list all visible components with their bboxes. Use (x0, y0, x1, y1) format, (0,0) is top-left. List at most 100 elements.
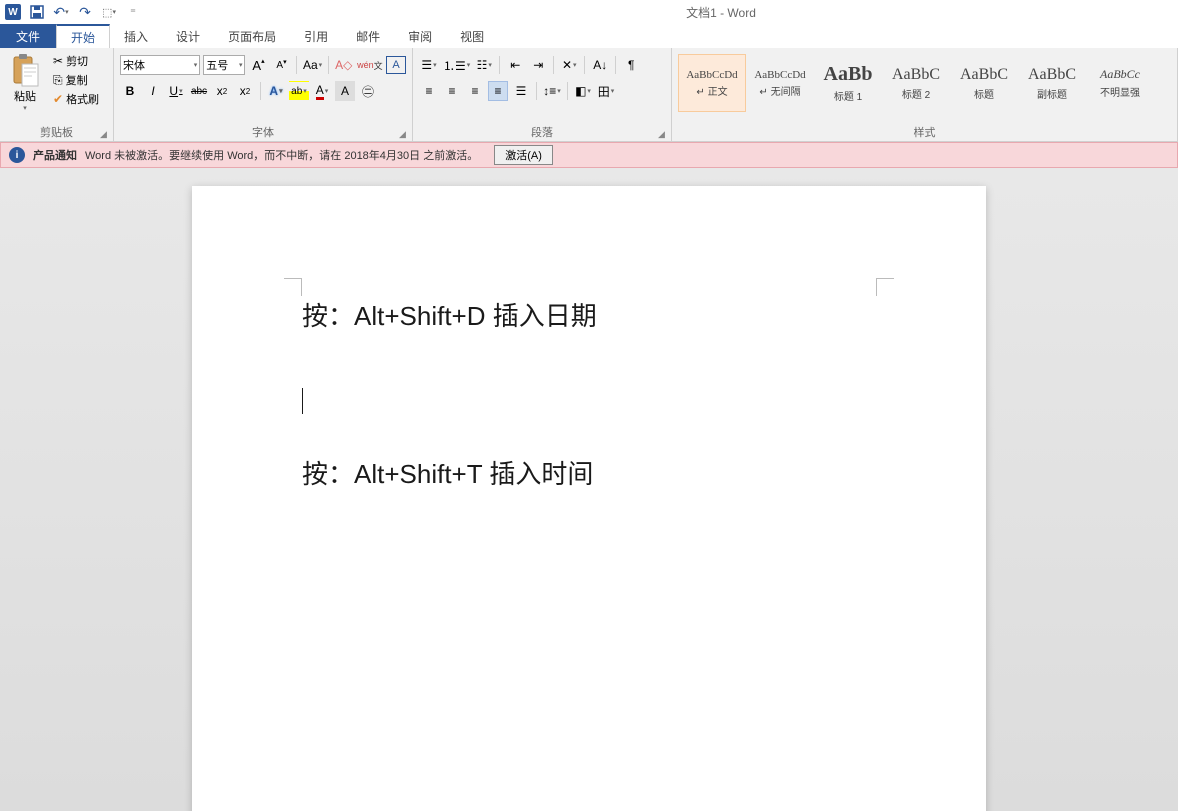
tab-references[interactable]: 引用 (290, 24, 342, 48)
window-title: 文档1 - Word (144, 4, 1178, 21)
style-item-1[interactable]: AaBbCcDd ↵ 无间隔 (746, 54, 814, 112)
style-item-6[interactable]: AaBbCc 不明显强 (1086, 54, 1154, 112)
text-effects-button[interactable]: A (266, 81, 286, 101)
touch-mode-button[interactable]: ⬚▾ (98, 1, 120, 23)
style-preview: AaBbC (1028, 66, 1076, 84)
tab-home[interactable]: 开始 (56, 24, 110, 48)
line-spacing-button[interactable]: ↕≡ (542, 81, 562, 101)
style-label: ↵ 无间隔 (759, 83, 800, 98)
document-page[interactable]: 按：Alt+Shift+D 插入日期 按：Alt+Shift+T 插入时间 (192, 186, 986, 811)
style-item-4[interactable]: AaBbC 标题 (950, 54, 1018, 112)
style-preview: AaBbCc (1100, 67, 1140, 82)
redo-button[interactable]: ↷ (74, 1, 96, 23)
style-label: 标题 1 (834, 88, 862, 103)
multilevel-list-button[interactable]: ☷ (474, 55, 494, 75)
bold-button[interactable]: B (120, 81, 140, 101)
brush-icon: ✔ (53, 92, 63, 106)
group-styles: AaBbCcDd↵ 正文AaBbCcDd↵ 无间隔AaBb标题 1AaBbC标题… (672, 48, 1178, 141)
document-line-2[interactable]: 按：Alt+Shift+T 插入时间 (302, 454, 876, 496)
undo-button[interactable]: ↶▾ (50, 1, 72, 23)
shading-button[interactable]: ◧ (573, 81, 593, 101)
style-label: 副标题 (1037, 86, 1067, 101)
tab-file[interactable]: 文件 (0, 24, 56, 48)
margin-marker-tr-icon (876, 278, 894, 296)
superscript-button[interactable]: x2 (235, 81, 255, 101)
text-cursor (302, 388, 303, 414)
copy-icon: ⎘ (53, 73, 63, 88)
format-painter-button[interactable]: ✔格式刷 (50, 90, 102, 108)
justify-button[interactable]: ≡ (488, 81, 508, 101)
font-color-button[interactable]: A (312, 81, 332, 101)
document-line-1[interactable]: 按：Alt+Shift+D 插入日期 (302, 296, 876, 338)
borders-button[interactable]: 田 (596, 81, 616, 101)
enclosed-characters-button[interactable]: ㊁ (358, 81, 378, 101)
bullets-button[interactable]: ☰ (419, 55, 439, 75)
style-preview: AaBbC (960, 66, 1008, 84)
font-dialog-launcher[interactable]: ◢ (399, 129, 409, 139)
shrink-font-button[interactable]: A▾ (271, 55, 291, 75)
style-label: 不明显强 (1100, 84, 1140, 99)
sort-button[interactable]: A↓ (590, 55, 610, 75)
style-label: 标题 (974, 86, 994, 101)
style-item-0[interactable]: AaBbCcDd↵ 正文 (678, 54, 746, 112)
document-area[interactable]: 按：Alt+Shift+D 插入日期 按：Alt+Shift+T 插入时间 (0, 168, 1178, 811)
strikethrough-button[interactable]: abc (189, 81, 209, 101)
qat-customize-button[interactable]: ⁼ (122, 1, 144, 23)
character-shading-button[interactable]: A (335, 81, 355, 101)
subscript-button[interactable]: x2 (212, 81, 232, 101)
scissors-icon: ✂ (53, 54, 63, 68)
tab-review[interactable]: 审阅 (394, 24, 446, 48)
style-item-5[interactable]: AaBbC 副标题 (1018, 54, 1086, 112)
underline-button[interactable]: U (166, 81, 186, 101)
group-paragraph: ☰ ⒈☰ ☷ ⇤ ⇥ ✕ A↓ ¶ ≡ ≡ ≡ ≡ (413, 48, 672, 141)
save-button[interactable] (26, 1, 48, 23)
tab-design[interactable]: 设计 (162, 24, 214, 48)
style-item-2[interactable]: AaBb 标题 1 (814, 54, 882, 112)
margin-marker-tl-icon (284, 278, 302, 296)
character-border-button[interactable]: A (386, 56, 406, 74)
text-direction-button[interactable]: ✕ (559, 55, 579, 75)
title-bar: W ↶▾ ↷ ⬚▾ ⁼ 文档1 - Word (0, 0, 1178, 24)
clipboard-dialog-launcher[interactable]: ◢ (100, 129, 110, 139)
notification-message: Word 未被激活。要继续使用 Word，而不中断，请在 2018年4月30日 … (85, 147, 478, 163)
style-preview: AaBbCcDd (686, 69, 737, 81)
copy-button[interactable]: ⎘复制 (50, 71, 102, 89)
font-name-select[interactable]: 宋体▾ (120, 55, 200, 75)
clipboard-icon (10, 54, 40, 88)
quick-access-toolbar: W ↶▾ ↷ ⬚▾ ⁼ (0, 1, 144, 23)
notification-title: 产品通知 (33, 147, 77, 163)
align-center-button[interactable]: ≡ (442, 81, 462, 101)
decrease-indent-button[interactable]: ⇤ (505, 55, 525, 75)
cut-button[interactable]: ✂剪切 (50, 52, 102, 70)
highlight-button[interactable]: ab (289, 81, 309, 101)
numbering-button[interactable]: ⒈☰ (442, 55, 471, 75)
style-preview: AaBb (824, 63, 873, 86)
paste-button[interactable]: 粘贴 ▾ (4, 52, 46, 122)
paragraph-dialog-launcher[interactable]: ◢ (658, 129, 668, 139)
show-marks-button[interactable]: ¶ (621, 55, 641, 75)
activate-button[interactable]: 激活(A) (494, 145, 553, 165)
align-left-button[interactable]: ≡ (419, 81, 439, 101)
clear-formatting-button[interactable]: A◇ (334, 55, 354, 75)
distribute-button[interactable]: ☰ (511, 81, 531, 101)
style-item-3[interactable]: AaBbC 标题 2 (882, 54, 950, 112)
phonetic-guide-button[interactable]: wén文 (357, 55, 383, 75)
tab-mailings[interactable]: 邮件 (342, 24, 394, 48)
font-size-select[interactable]: 五号▾ (203, 55, 245, 75)
group-clipboard: 粘贴 ▾ ✂剪切 ⎘复制 ✔格式刷 剪贴板 ◢ (0, 48, 114, 141)
style-preview: AaBbC (892, 66, 940, 84)
grow-font-button[interactable]: A▴ (248, 55, 268, 75)
style-preview: AaBbCcDd (754, 69, 805, 81)
ribbon: 粘贴 ▾ ✂剪切 ⎘复制 ✔格式刷 剪贴板 ◢ 宋体▾ 五号▾ A▴ A▾ Aa (0, 48, 1178, 142)
info-icon: i (9, 147, 25, 163)
align-right-button[interactable]: ≡ (465, 81, 485, 101)
tab-insert[interactable]: 插入 (110, 24, 162, 48)
italic-button[interactable]: I (143, 81, 163, 101)
increase-indent-button[interactable]: ⇥ (528, 55, 548, 75)
tab-view[interactable]: 视图 (446, 24, 498, 48)
activation-notification: i 产品通知 Word 未被激活。要继续使用 Word，而不中断，请在 2018… (0, 142, 1178, 168)
change-case-button[interactable]: Aa (302, 55, 322, 75)
style-label: 标题 2 (902, 86, 930, 101)
tab-layout[interactable]: 页面布局 (214, 24, 290, 48)
ribbon-tabs: 文件 开始 插入 设计 页面布局 引用 邮件 审阅 视图 (0, 24, 1178, 48)
